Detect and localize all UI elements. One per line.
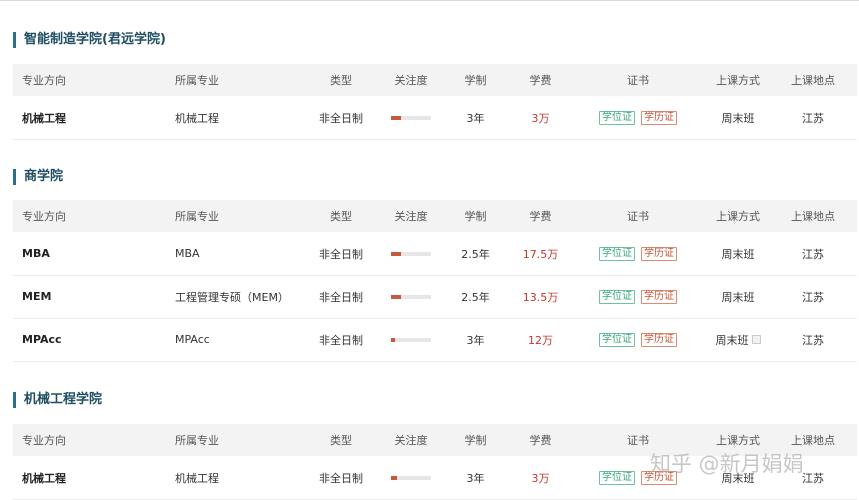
table-row[interactable]: MBA MBA 非全日制 2.5年 17.5万 学位证 学历证 周末班 江苏 [13, 232, 857, 276]
diploma-badge: 学历证 [641, 110, 677, 125]
col-major: 所属专业 [175, 74, 219, 87]
col-attention: 关注度 [394, 210, 428, 223]
col-type: 类型 [330, 210, 352, 223]
row-fee: 13.5万 [522, 290, 559, 304]
col-length: 学制 [464, 74, 487, 87]
diploma-badge: 学历证 [641, 289, 677, 304]
attention-bar [385, 318, 437, 361]
row-major[interactable]: MBA [175, 232, 200, 275]
degree-badge: 学位证 [599, 332, 635, 347]
attention-bar-fill [391, 115, 401, 120]
row-direction[interactable]: MBA [22, 232, 50, 275]
col-location: 上课地点 [791, 210, 835, 223]
row-direction[interactable]: 机械工程 [22, 456, 66, 499]
col-fee: 学费 [529, 74, 552, 87]
col-length: 学制 [464, 210, 487, 223]
degree-badge: 学位证 [599, 246, 635, 261]
col-fee: 学费 [529, 434, 552, 447]
attention-bar-fill [391, 251, 401, 256]
attention-bar [385, 275, 437, 318]
section-title: 机械工程学院 [13, 392, 102, 408]
col-certificate: 证书 [627, 210, 649, 223]
table-row[interactable]: MEM 工程管理专硕（MEM） 非全日制 2.5年 13.5万 学位证 学历证 … [13, 275, 857, 319]
col-direction: 专业方向 [22, 74, 66, 87]
row-length: 3年 [466, 111, 485, 125]
row-certificates: 学位证 学历证 [588, 318, 688, 361]
col-mode: 上课方式 [716, 74, 760, 87]
row-direction[interactable]: MEM [22, 275, 51, 318]
col-fee: 学费 [529, 210, 552, 223]
table-header: 专业方向 所属专业 类型 关注度 学制 学费 证书 上课方式 上课地点 [13, 200, 857, 232]
attention-bar [385, 232, 437, 275]
row-mode: 周末班 [721, 247, 755, 261]
col-certificate: 证书 [627, 74, 649, 87]
row-location: 江苏 [802, 290, 824, 304]
row-length: 3年 [466, 333, 485, 347]
row-mode-with-icon: 周末班 [708, 318, 768, 361]
row-type: 非全日制 [319, 333, 363, 347]
row-mode: 周末班 [721, 290, 755, 304]
col-direction: 专业方向 [22, 434, 66, 447]
row-mode: 周末班 [715, 333, 749, 347]
row-certificates: 学位证 学历证 [588, 275, 688, 318]
row-major[interactable]: 机械工程 [175, 456, 219, 499]
attention-bar-fill [391, 475, 397, 480]
col-length: 学制 [464, 434, 487, 447]
image-placeholder-icon [751, 335, 761, 344]
row-direction[interactable]: MPAcc [22, 318, 62, 361]
row-direction[interactable]: 机械工程 [22, 96, 66, 139]
row-certificates: 学位证 学历证 [588, 96, 688, 139]
row-location: 江苏 [802, 333, 824, 347]
row-location: 江苏 [802, 111, 824, 125]
degree-badge: 学位证 [599, 289, 635, 304]
section-title: 商学院 [13, 169, 63, 185]
row-fee: 3万 [531, 111, 550, 125]
diploma-badge: 学历证 [641, 332, 677, 347]
row-fee: 17.5万 [522, 247, 559, 261]
row-length: 2.5年 [461, 290, 490, 304]
diploma-badge: 学历证 [641, 246, 677, 261]
col-attention: 关注度 [394, 434, 428, 447]
row-fee: 12万 [528, 333, 553, 347]
row-type: 非全日制 [319, 247, 363, 261]
table-row[interactable]: MPAcc MPAcc 非全日制 3年 12万 学位证 学历证 周末班 江苏 [13, 318, 857, 362]
row-type: 非全日制 [319, 471, 363, 485]
table-header: 专业方向 所属专业 类型 关注度 学制 学费 证书 上课方式 上课地点 [13, 64, 857, 96]
watermark: 知乎 @新月娟娟 [650, 452, 804, 476]
row-length: 3年 [466, 471, 485, 485]
col-major: 所属专业 [175, 434, 219, 447]
table-row[interactable]: 机械工程 机械工程 非全日制 3年 3万 学位证 学历证 周末班 江苏 [13, 96, 857, 140]
attention-bar [385, 456, 437, 499]
attention-bar-fill [391, 294, 401, 299]
row-major[interactable]: MPAcc [175, 318, 210, 361]
row-length: 2.5年 [461, 247, 490, 261]
col-location: 上课地点 [791, 74, 835, 87]
row-mode: 周末班 [721, 111, 755, 125]
degree-badge: 学位证 [599, 470, 635, 485]
row-major[interactable]: 机械工程 [175, 96, 219, 139]
row-type: 非全日制 [319, 111, 363, 125]
top-divider [0, 0, 859, 1]
row-certificates: 学位证 学历证 [588, 232, 688, 275]
row-fee: 3万 [531, 471, 550, 485]
row-type: 非全日制 [319, 290, 363, 304]
col-attention: 关注度 [394, 74, 428, 87]
attention-bar [385, 96, 437, 139]
row-location: 江苏 [802, 247, 824, 261]
col-mode: 上课方式 [716, 210, 760, 223]
section-title: 智能制造学院(君远学院) [13, 32, 166, 48]
row-major[interactable]: 工程管理专硕（MEM） [175, 275, 289, 318]
degree-badge: 学位证 [599, 110, 635, 125]
attention-bar-fill [391, 337, 395, 342]
col-major: 所属专业 [175, 210, 219, 223]
col-direction: 专业方向 [22, 210, 66, 223]
col-type: 类型 [330, 434, 352, 447]
col-type: 类型 [330, 74, 352, 87]
